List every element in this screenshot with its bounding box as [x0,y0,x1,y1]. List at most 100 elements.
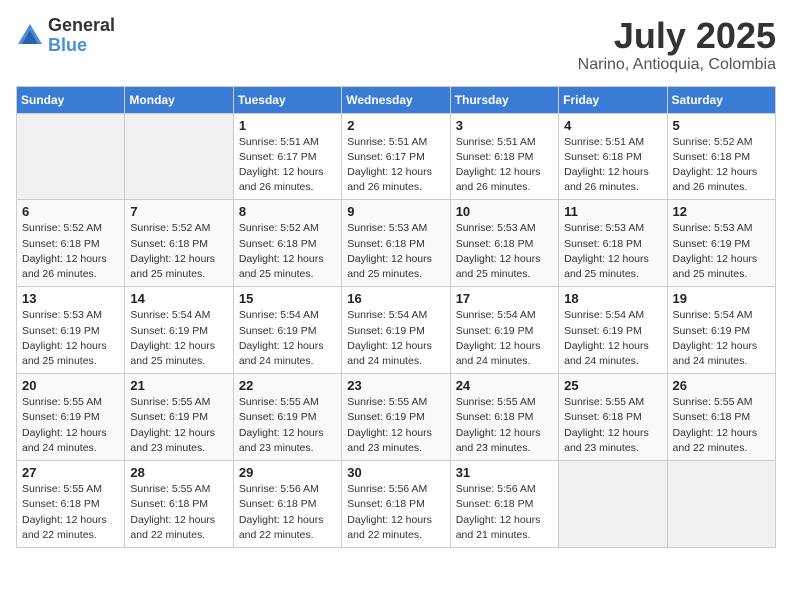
logo-text-general: General [48,15,115,35]
day-number: 9 [347,204,444,219]
day-number: 21 [130,378,227,393]
table-row: 15 Sunrise: 5:54 AM Sunset: 6:19 PM Dayli… [233,287,341,374]
day-info: Sunrise: 5:55 AM Sunset: 6:19 PM Dayligh… [239,395,336,456]
day-number: 26 [673,378,770,393]
day-info: Sunrise: 5:54 AM Sunset: 6:19 PM Dayligh… [239,308,336,369]
table-row: 6 Sunrise: 5:52 AM Sunset: 6:18 PM Daylig… [17,200,125,287]
day-number: 16 [347,291,444,306]
location-title: Narino, Antioquia, Colombia [578,56,776,74]
header-row: Sunday Monday Tuesday Wednesday Thursday… [17,86,776,113]
col-thursday: Thursday [450,86,558,113]
day-info: Sunrise: 5:53 AM Sunset: 6:19 PM Dayligh… [673,221,770,282]
day-number: 20 [22,378,119,393]
table-row: 7 Sunrise: 5:52 AM Sunset: 6:18 PM Daylig… [125,200,233,287]
page-header: General Blue July 2025 Narino, Antioquia… [16,16,776,74]
col-saturday: Saturday [667,86,775,113]
day-number: 27 [22,465,119,480]
day-number: 17 [456,291,553,306]
col-monday: Monday [125,86,233,113]
table-row: 4Sunrise: 5:51 AM Sunset: 6:18 PM Daylig… [559,113,667,200]
table-row: 16 Sunrise: 5:54 AM Sunset: 6:19 PM Dayli… [342,287,450,374]
table-row: 23 Sunrise: 5:55 AM Sunset: 6:19 PM Dayli… [342,374,450,461]
table-row [17,113,125,200]
calendar-body: 1 Sunrise: 5:51 AM Sunset: 6:17 PM Daylig… [17,113,776,547]
day-info: Sunrise: 5:54 AM Sunset: 6:19 PM Dayligh… [456,308,553,369]
calendar-week-2: 6 Sunrise: 5:52 AM Sunset: 6:18 PM Daylig… [17,200,776,287]
day-number: 11 [564,204,661,219]
day-number: 23 [347,378,444,393]
day-number: 24 [456,378,553,393]
day-info: Sunrise: 5:53 AM Sunset: 6:18 PM Dayligh… [564,221,661,282]
day-number: 12 [673,204,770,219]
day-number: 15 [239,291,336,306]
table-row: 8Sunrise: 5:52 AM Sunset: 6:18 PM Daylig… [233,200,341,287]
table-row [667,461,775,548]
day-info: Sunrise: 5:54 AM Sunset: 6:19 PM Dayligh… [564,308,661,369]
day-info: Sunrise: 5:55 AM Sunset: 6:19 PM Dayligh… [347,395,444,456]
table-row: 28Sunrise: 5:55 AM Sunset: 6:18 PM Dayli… [125,461,233,548]
table-row: 22 Sunrise: 5:55 AM Sunset: 6:19 PM Dayli… [233,374,341,461]
calendar-week-1: 1 Sunrise: 5:51 AM Sunset: 6:17 PM Daylig… [17,113,776,200]
day-info: Sunrise: 5:55 AM Sunset: 6:18 PM Dayligh… [673,395,770,456]
day-info: Sunrise: 5:53 AM Sunset: 6:18 PM Dayligh… [347,221,444,282]
day-number: 30 [347,465,444,480]
day-number: 6 [22,204,119,219]
day-info: Sunrise: 5:56 AM Sunset: 6:18 PM Dayligh… [239,482,336,543]
day-number: 29 [239,465,336,480]
table-row: 11 Sunrise: 5:53 AM Sunset: 6:18 PM Dayli… [559,200,667,287]
table-row: 31 Sunrise: 5:56 AM Sunset: 6:18 PM Dayli… [450,461,558,548]
day-info: Sunrise: 5:54 AM Sunset: 6:19 PM Dayligh… [673,308,770,369]
calendar-week-3: 13Sunrise: 5:53 AM Sunset: 6:19 PM Dayli… [17,287,776,374]
table-row: 26 Sunrise: 5:55 AM Sunset: 6:18 PM Dayli… [667,374,775,461]
table-row: 29 Sunrise: 5:56 AM Sunset: 6:18 PM Dayli… [233,461,341,548]
table-row: 3Sunrise: 5:51 AM Sunset: 6:18 PM Daylig… [450,113,558,200]
table-row: 13Sunrise: 5:53 AM Sunset: 6:19 PM Dayli… [17,287,125,374]
day-number: 1 [239,118,336,133]
table-row: 9 Sunrise: 5:53 AM Sunset: 6:18 PM Daylig… [342,200,450,287]
day-info: Sunrise: 5:52 AM Sunset: 6:18 PM Dayligh… [673,135,770,196]
table-row: 2 Sunrise: 5:51 AM Sunset: 6:17 PM Daylig… [342,113,450,200]
table-row: 24Sunrise: 5:55 AM Sunset: 6:18 PM Dayli… [450,374,558,461]
day-info: Sunrise: 5:52 AM Sunset: 6:18 PM Dayligh… [22,221,119,282]
day-info: Sunrise: 5:51 AM Sunset: 6:17 PM Dayligh… [347,135,444,196]
day-info: Sunrise: 5:55 AM Sunset: 6:18 PM Dayligh… [130,482,227,543]
day-info: Sunrise: 5:54 AM Sunset: 6:19 PM Dayligh… [347,308,444,369]
calendar-week-4: 20 Sunrise: 5:55 AM Sunset: 6:19 PM Dayli… [17,374,776,461]
month-title: July 2025 [578,16,776,56]
day-info: Sunrise: 5:52 AM Sunset: 6:18 PM Dayligh… [130,221,227,282]
col-sunday: Sunday [17,86,125,113]
day-number: 22 [239,378,336,393]
table-row: 10 Sunrise: 5:53 AM Sunset: 6:18 PM Dayli… [450,200,558,287]
day-number: 31 [456,465,553,480]
day-info: Sunrise: 5:56 AM Sunset: 6:18 PM Dayligh… [456,482,553,543]
day-info: Sunrise: 5:54 AM Sunset: 6:19 PM Dayligh… [130,308,227,369]
table-row [559,461,667,548]
calendar-header: Sunday Monday Tuesday Wednesday Thursday… [17,86,776,113]
day-number: 19 [673,291,770,306]
day-number: 10 [456,204,553,219]
title-block: July 2025 Narino, Antioquia, Colombia [578,16,776,74]
day-number: 14 [130,291,227,306]
day-info: Sunrise: 5:51 AM Sunset: 6:18 PM Dayligh… [564,135,661,196]
day-number: 13 [22,291,119,306]
day-number: 2 [347,118,444,133]
table-row: 27 Sunrise: 5:55 AM Sunset: 6:18 PM Dayli… [17,461,125,548]
table-row: 20Sunrise: 5:55 AM Sunset: 6:19 PM Dayli… [17,374,125,461]
day-info: Sunrise: 5:55 AM Sunset: 6:18 PM Dayligh… [564,395,661,456]
table-row [125,113,233,200]
day-number: 25 [564,378,661,393]
day-number: 7 [130,204,227,219]
table-row: 19 Sunrise: 5:54 AM Sunset: 6:19 PM Dayli… [667,287,775,374]
calendar-table: Sunday Monday Tuesday Wednesday Thursday… [16,86,776,548]
table-row: 18Sunrise: 5:54 AM Sunset: 6:19 PM Dayli… [559,287,667,374]
table-row: 5Sunrise: 5:52 AM Sunset: 6:18 PM Daylig… [667,113,775,200]
day-info: Sunrise: 5:55 AM Sunset: 6:19 PM Dayligh… [130,395,227,456]
table-row: 30Sunrise: 5:56 AM Sunset: 6:18 PM Dayli… [342,461,450,548]
day-info: Sunrise: 5:55 AM Sunset: 6:18 PM Dayligh… [22,482,119,543]
calendar-week-5: 27 Sunrise: 5:55 AM Sunset: 6:18 PM Dayli… [17,461,776,548]
day-number: 8 [239,204,336,219]
day-info: Sunrise: 5:53 AM Sunset: 6:18 PM Dayligh… [456,221,553,282]
table-row: 25 Sunrise: 5:55 AM Sunset: 6:18 PM Dayli… [559,374,667,461]
logo: General Blue [16,16,115,56]
table-row: 14 Sunrise: 5:54 AM Sunset: 6:19 PM Dayli… [125,287,233,374]
